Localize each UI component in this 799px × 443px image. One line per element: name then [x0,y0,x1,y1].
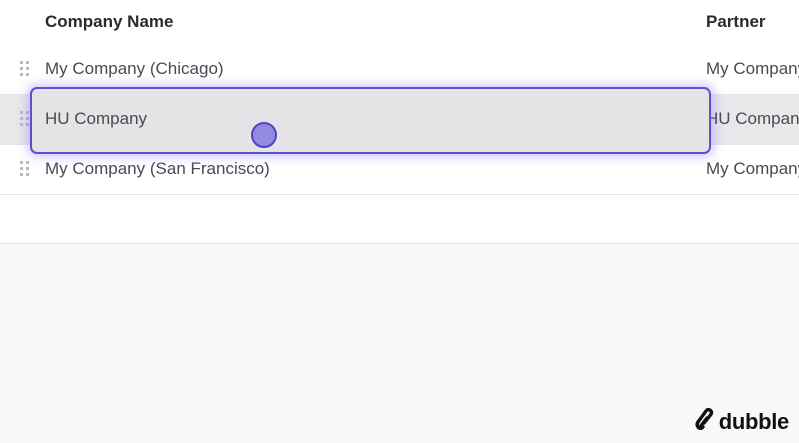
column-header-company-name[interactable]: Company Name [45,12,173,32]
column-header-partner[interactable]: Partner [706,12,766,32]
cursor-indicator [251,122,277,148]
partner-cell: My Company (San Francisco) [706,159,799,178]
dragged-row-ghost[interactable]: HU Company [30,87,711,154]
drag-handle-icon[interactable] [19,60,31,78]
brand-logo: dubble [695,407,790,435]
dragged-company-name: HU Company [45,109,148,128]
drag-handle-icon[interactable] [19,160,31,178]
company-name-cell: My Company (San Francisco) [45,159,270,178]
logo-text: dubble [718,408,790,434]
partner-cell: HU Company [706,109,799,128]
table-header: Company Name Partner [0,0,799,46]
dubble-logo-icon [695,407,715,435]
partner-cell: My Company (Chicago) [706,59,799,78]
company-name-cell: My Company (Chicago) [45,59,224,78]
